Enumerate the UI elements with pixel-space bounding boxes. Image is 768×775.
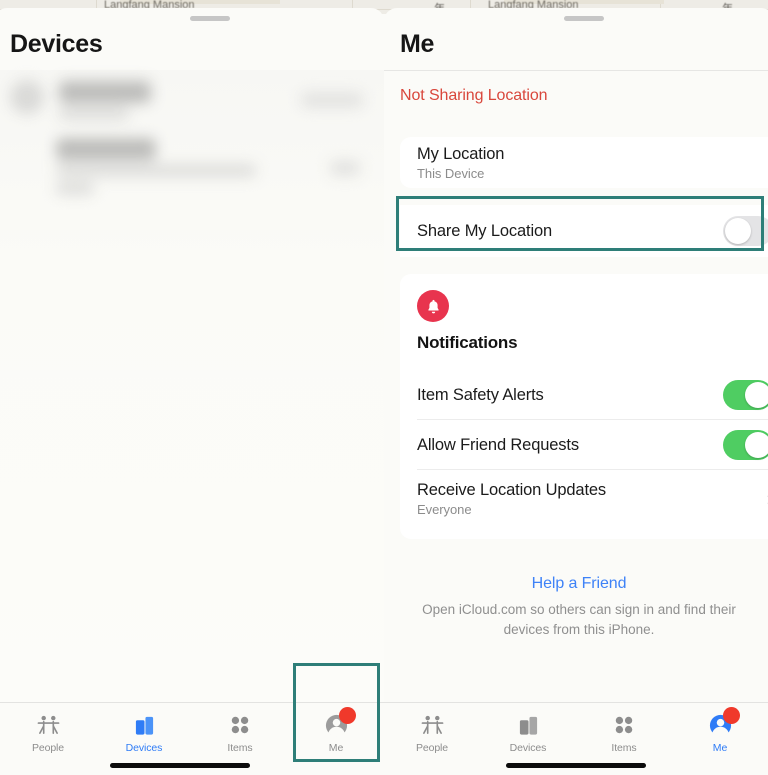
device-detail-2: [56, 182, 94, 195]
tab-people-right[interactable]: People: [384, 703, 480, 775]
allow-friend-requests-toggle[interactable]: [723, 430, 768, 460]
device-meta: [301, 92, 363, 108]
devices-page-title: Devices: [10, 30, 103, 58]
sidebar-item-me-left[interactable]: Me: [288, 703, 384, 775]
tab-label: People: [415, 742, 449, 754]
me-icon: [708, 707, 740, 738]
item-safety-alerts-row[interactable]: Item Safety Alerts: [400, 370, 768, 420]
sheet-grabber-right[interactable]: [564, 16, 604, 21]
devices-sheet: Devices People Devices Items Me: [0, 8, 384, 775]
toggle-knob: [725, 218, 751, 244]
my-location-card: My Location This Device: [400, 137, 768, 188]
help-a-friend-link[interactable]: Help a Friend: [384, 575, 768, 593]
device-meta: [330, 160, 360, 176]
receive-location-updates-value: Everyone: [417, 502, 472, 517]
receive-location-updates-label: Receive Location Updates: [417, 481, 607, 499]
screen: Langfang Mansion Langfang Mansion 年 年 De…: [0, 0, 768, 775]
my-location-subtitle: This Device: [417, 165, 485, 181]
notification-badge: [722, 707, 740, 724]
share-my-location-row[interactable]: Share My Location: [400, 205, 768, 257]
notifications-heading: Notifications: [417, 333, 518, 352]
tab-label: Items: [611, 742, 637, 754]
avatar: [10, 80, 44, 114]
sheet-grabber-left[interactable]: [190, 16, 230, 21]
me-icon: [324, 707, 356, 738]
allow-friend-requests-row[interactable]: Allow Friend Requests: [400, 420, 768, 470]
items-icon: [229, 712, 251, 738]
me-sheet: Me Not Sharing Location My Location This…: [384, 8, 768, 775]
bell-icon: [417, 290, 449, 322]
notifications-card: Notifications Item Safety Alerts Allow F…: [400, 274, 768, 539]
devices-icon: [518, 712, 539, 738]
share-my-location-card: Share My Location: [400, 205, 768, 257]
item-safety-alerts-toggle[interactable]: [723, 380, 768, 410]
item-safety-alerts-label: Item Safety Alerts: [417, 386, 544, 404]
device-detail: [59, 107, 129, 120]
share-my-location-label: Share My Location: [417, 222, 553, 240]
toggle-knob: [745, 432, 768, 458]
sidebar-item-label: People: [31, 742, 65, 754]
home-indicator-left: [110, 763, 250, 768]
my-location-row[interactable]: My Location This Device: [400, 137, 768, 188]
header-divider-right: [384, 70, 768, 71]
sidebar-item-label: Items: [227, 742, 253, 754]
device-name: [56, 138, 156, 160]
toggle-knob: [745, 382, 768, 408]
me-page-title: Me: [400, 30, 435, 58]
tab-me-right[interactable]: Me: [672, 703, 768, 775]
my-location-title: My Location: [417, 144, 505, 163]
sidebar-item-label: Devices: [125, 742, 163, 754]
people-icon: [420, 712, 445, 738]
help-a-friend-note: Open iCloud.com so others can sign in an…: [422, 602, 736, 637]
devices-icon: [134, 712, 155, 738]
notification-badge: [338, 707, 356, 724]
sharing-status-text: Not Sharing Location: [400, 87, 548, 104]
sidebar-item-label: Me: [328, 742, 344, 754]
people-icon: [36, 712, 61, 738]
receive-location-updates-row[interactable]: Receive Location Updates Everyone ›: [400, 470, 768, 528]
home-indicator-right: [506, 763, 646, 768]
tab-label: Me: [712, 742, 728, 754]
share-my-location-toggle[interactable]: [723, 216, 768, 246]
items-icon: [613, 712, 635, 738]
sidebar-item-people-left[interactable]: People: [0, 703, 96, 775]
allow-friend-requests-label: Allow Friend Requests: [417, 436, 579, 454]
device-detail: [56, 164, 256, 177]
tab-label: Devices: [509, 742, 547, 754]
device-name: [59, 81, 151, 103]
